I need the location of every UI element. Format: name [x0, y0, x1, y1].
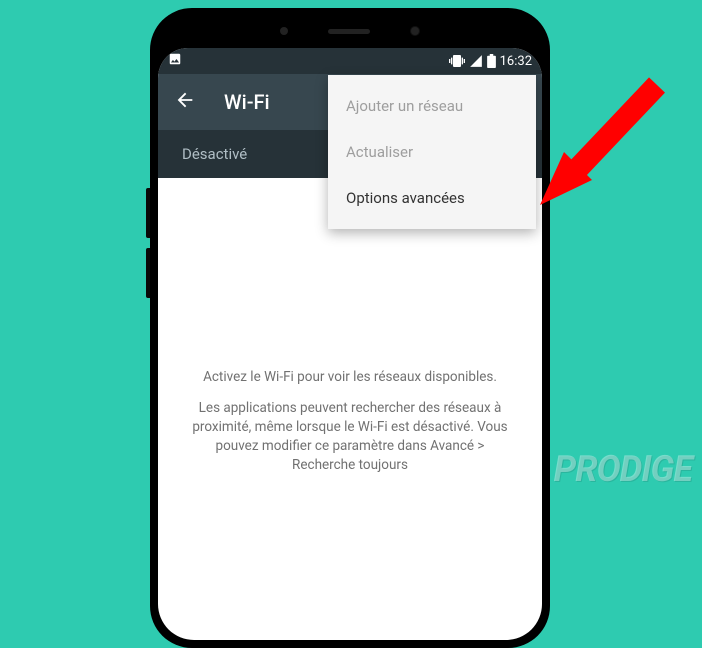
vibrate-icon — [449, 53, 465, 69]
status-left — [168, 52, 182, 70]
signal-icon — [469, 54, 483, 68]
empty-state-line2: Les applications peuvent rechercher des … — [188, 399, 512, 475]
menu-item-add-network[interactable]: Ajouter un réseau — [328, 83, 536, 129]
overflow-menu: Ajouter un réseau Actualiser Options ava… — [328, 75, 536, 229]
empty-state-line1: Activez le Wi-Fi pour voir les réseaux d… — [188, 368, 512, 387]
phone-sensors — [280, 26, 420, 36]
status-right: 16:32 — [449, 53, 532, 69]
battery-icon — [487, 54, 496, 68]
arrow-back-icon — [174, 89, 196, 111]
volume-down-button[interactable] — [146, 248, 150, 298]
phone-frame: 16:32 Wi-Fi Désactivé Activez le Wi-Fi p… — [150, 8, 550, 648]
menu-item-advanced-options[interactable]: Options avancées — [328, 175, 536, 221]
status-time: 16:32 — [500, 54, 532, 69]
screenshot-icon — [168, 52, 182, 66]
back-button[interactable] — [174, 89, 196, 115]
page-title: Wi-Fi — [224, 90, 270, 114]
status-bar: 16:32 — [158, 48, 542, 74]
phone-inner: 16:32 Wi-Fi Désactivé Activez le Wi-Fi p… — [158, 16, 542, 640]
watermark: PRODIGE — [554, 448, 692, 490]
screen: 16:32 Wi-Fi Désactivé Activez le Wi-Fi p… — [158, 48, 542, 640]
wifi-toggle-label: Désactivé — [182, 145, 247, 163]
menu-item-refresh[interactable]: Actualiser — [328, 129, 536, 175]
volume-up-button[interactable] — [146, 188, 150, 238]
